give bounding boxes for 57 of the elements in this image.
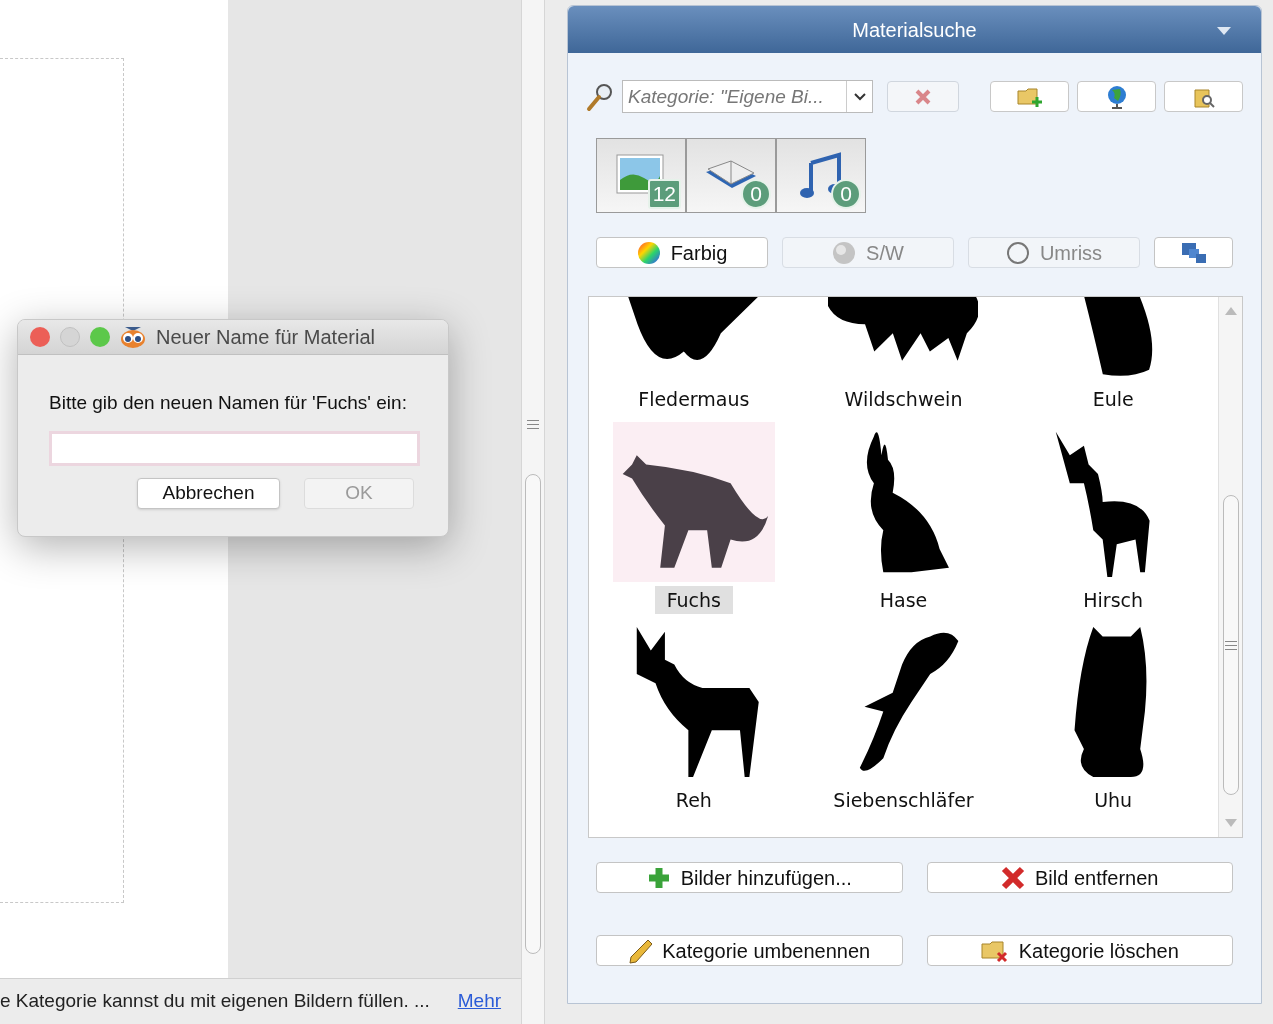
scroll-thumb[interactable] xyxy=(525,474,541,954)
action-button[interactable]: Kategorie umbenennen xyxy=(596,935,903,966)
splitter-handle-icon[interactable] xyxy=(527,420,539,429)
close-icon xyxy=(1001,865,1026,890)
item-label: Reh xyxy=(674,788,713,813)
more-link[interactable]: Mehr xyxy=(457,987,502,1016)
color-wheel-icon xyxy=(636,240,661,265)
media-type-tab[interactable]: 0 xyxy=(686,138,776,213)
globe-icon xyxy=(1105,84,1128,109)
search-combobox[interactable]: Kategorie: "Eigene Bi... xyxy=(622,80,873,113)
plus-icon xyxy=(646,865,671,890)
clear-button[interactable] xyxy=(887,81,959,112)
item-label: Eule xyxy=(1091,387,1135,412)
stacked-squares-icon xyxy=(1180,241,1207,264)
count-badge: 12 xyxy=(647,179,681,209)
folder-plus-icon xyxy=(1016,85,1043,108)
name-input[interactable] xyxy=(49,430,420,466)
item-label: Wildschwein xyxy=(843,387,964,412)
dialog-title: Neuer Name für Material xyxy=(156,325,375,350)
item-label: Hirsch xyxy=(1082,587,1145,613)
item-label: Hase xyxy=(878,587,929,613)
item-label: Fledermaus xyxy=(637,387,751,412)
grid-scroll-thumb[interactable] xyxy=(1222,495,1239,795)
item-label: Siebenschläfer xyxy=(832,788,975,813)
cancel-button[interactable]: Abbrechen xyxy=(137,477,280,509)
folder-delete-icon xyxy=(980,938,1009,963)
search-icon xyxy=(586,81,614,112)
color-filter-button[interactable]: Umriss xyxy=(968,237,1140,268)
status-text: e Kategorie kannst du mit eigenen Bildern füllen. ... xyxy=(0,989,430,1014)
layers-button[interactable] xyxy=(1154,237,1233,268)
pencil-icon xyxy=(628,937,653,964)
color-filter-button[interactable]: S/W xyxy=(782,237,954,268)
count-badge: 0 xyxy=(741,179,771,209)
search-folder-button[interactable] xyxy=(1164,81,1243,112)
action-button[interactable]: Kategorie löschen xyxy=(926,935,1233,966)
count-badge: 0 xyxy=(831,179,861,209)
grip-icon xyxy=(1224,640,1237,650)
circle-outline-icon xyxy=(1005,240,1030,265)
scrollbar[interactable] xyxy=(521,0,545,1024)
grid-scrollbar[interactable] xyxy=(1218,297,1242,837)
dropdown-caret-icon[interactable] xyxy=(1217,27,1231,35)
sphere-icon xyxy=(832,240,857,265)
panel-title: Materialsuche xyxy=(852,17,977,43)
color-filter-button[interactable]: Farbig xyxy=(596,237,768,268)
add-folder-button[interactable] xyxy=(990,81,1069,112)
media-type-tab[interactable]: 12 xyxy=(596,138,686,213)
media-type-tab[interactable]: 0 xyxy=(776,138,866,213)
item-label: Fuchs xyxy=(654,585,733,614)
action-button[interactable]: Bild entfernen xyxy=(926,862,1233,893)
action-button[interactable]: Bilder hinzufügen... xyxy=(596,862,903,893)
globe-button[interactable] xyxy=(1077,81,1156,112)
close-window-button[interactable] xyxy=(30,327,50,347)
close-icon xyxy=(914,87,932,106)
owl-icon xyxy=(120,325,146,349)
dialog-prompt: Bitte gib den neuen Namen für 'Fuchs' ein: xyxy=(49,391,408,415)
item-label: Uhu xyxy=(1093,788,1134,813)
chevron-down-icon[interactable] xyxy=(853,92,866,101)
